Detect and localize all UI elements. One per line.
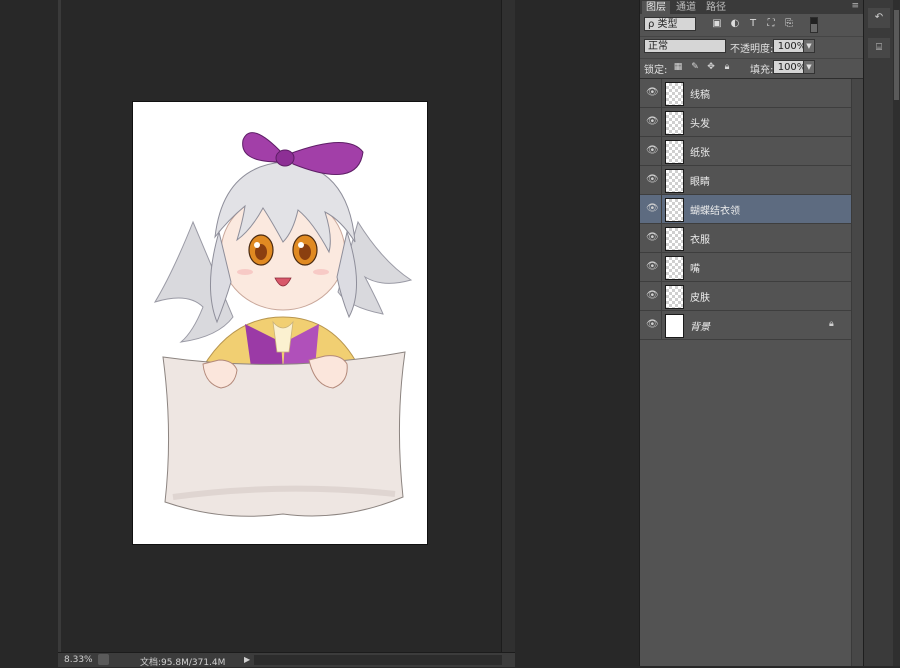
opacity-label: 不透明度: <box>730 44 774 55</box>
visibility-eye-icon[interactable]: 👁︎ <box>646 319 659 330</box>
zoom-options-icon[interactable] <box>98 654 109 665</box>
layer-name[interactable]: 头发 <box>690 115 710 130</box>
layer-thumbnail <box>665 227 684 251</box>
layer-row[interactable]: 👁︎ 皮肤 <box>640 282 851 311</box>
zoom-level[interactable]: 8.33% <box>64 655 93 665</box>
blend-row: 正常 不透明度: 100% ▼ <box>640 36 863 59</box>
layer-row[interactable]: 👁︎ 线稿 <box>640 79 851 108</box>
document-canvas[interactable] <box>133 102 427 544</box>
visibility-eye-icon[interactable]: 👁︎ <box>646 87 659 98</box>
smart-object-filter-icon[interactable]: ⎘ <box>784 19 794 29</box>
layer-row[interactable]: 👁︎ 纸张 <box>640 137 851 166</box>
layer-thumbnail <box>665 256 684 280</box>
layer-thumbnail <box>665 82 684 106</box>
layer-row[interactable]: 👁︎ 头发 <box>640 108 851 137</box>
layer-list: 👁︎ 线稿 👁︎ 头发 👁︎ 纸张 👁︎ 眼睛 👁︎ 蝴蝶结衣领 👁︎ 衣服 👁… <box>640 79 851 666</box>
status-menu-arrow-icon[interactable]: ▶ <box>244 655 250 664</box>
blend-mode-select[interactable]: 正常 <box>644 39 726 53</box>
tab-layers[interactable]: 图层 <box>642 1 670 14</box>
layer-row[interactable]: 👁︎ 衣服 <box>640 224 851 253</box>
lock-icon: 🔒︎ <box>829 319 834 329</box>
visibility-eye-icon[interactable]: 👁︎ <box>646 203 659 214</box>
image-filter-icon[interactable]: ▣ <box>712 19 722 29</box>
fill-dropdown-icon[interactable]: ▼ <box>803 60 815 74</box>
type-filter-icon[interactable]: T <box>748 19 758 29</box>
workspace-left-edge <box>58 0 61 652</box>
layer-filter-row: ρ 类型 ▣ ◐ T ⛶ ⎘ <box>640 14 863 37</box>
tab-paths[interactable]: 路径 <box>702 1 730 14</box>
vertical-scrollbar[interactable] <box>501 0 516 652</box>
panel-tabs: 图层 通道 路径 ≡ <box>640 0 863 14</box>
visibility-eye-icon[interactable]: 👁︎ <box>646 145 659 156</box>
status-bar: 8.33% 文档:95.8M/371.4M ▶ <box>58 652 515 668</box>
visibility-eye-icon[interactable]: 👁︎ <box>646 116 659 127</box>
lock-image-icon[interactable]: ✎ <box>690 62 700 72</box>
layer-name[interactable]: 线稿 <box>690 86 710 101</box>
tab-channels[interactable]: 通道 <box>672 1 700 14</box>
visibility-eye-icon[interactable]: 👁︎ <box>646 261 659 272</box>
layer-name[interactable]: 背景 <box>690 318 710 333</box>
layer-row-selected[interactable]: 👁︎ 蝴蝶结衣领 <box>640 195 851 224</box>
opacity-dropdown-icon[interactable]: ▼ <box>803 39 815 53</box>
layer-thumbnail <box>665 314 684 338</box>
layer-name[interactable]: 皮肤 <box>690 289 710 304</box>
fill-label: 填充: <box>750 65 774 76</box>
layer-name[interactable]: 眼睛 <box>690 173 710 188</box>
layer-thumbnail <box>665 140 684 164</box>
layer-name[interactable]: 嘴 <box>690 260 700 275</box>
layer-row-background[interactable]: 👁︎ 背景 🔒︎ <box>640 311 851 340</box>
layer-thumbnail <box>665 285 684 309</box>
lock-label: 锁定: <box>644 65 668 76</box>
dock-scrollbar[interactable] <box>893 0 900 666</box>
shape-filter-icon[interactable]: ⛶ <box>766 19 776 29</box>
properties-panel-icon[interactable]: ⌸ <box>868 38 890 58</box>
panel-dock: ↶ ⌸ <box>863 0 900 666</box>
layer-row[interactable]: 👁︎ 嘴 <box>640 253 851 282</box>
layer-thumbnail <box>665 198 684 222</box>
panel-menu-icon[interactable]: ≡ <box>851 1 859 11</box>
adjustment-filter-icon[interactable]: ◐ <box>730 19 740 29</box>
filter-kind-select[interactable]: ρ 类型 <box>644 17 696 31</box>
lock-position-icon[interactable]: ✥ <box>706 62 716 72</box>
layer-name[interactable]: 衣服 <box>690 231 710 246</box>
lock-row: 锁定: ▦ ✎ ✥ 🔒︎ 填充: 100% ▼ <box>640 58 863 79</box>
visibility-eye-icon[interactable]: 👁︎ <box>646 290 659 301</box>
artwork-illustration <box>153 132 413 517</box>
layer-row[interactable]: 👁︎ 眼睛 <box>640 166 851 195</box>
layer-name[interactable]: 蝴蝶结衣领 <box>690 202 740 217</box>
lock-all-icon[interactable]: 🔒︎ <box>722 62 732 72</box>
horizontal-scrollbar[interactable] <box>254 655 502 665</box>
history-panel-icon[interactable]: ↶ <box>868 8 890 28</box>
layer-thumbnail <box>665 169 684 193</box>
visibility-eye-icon[interactable]: 👁︎ <box>646 232 659 243</box>
workspace-gap <box>515 0 639 666</box>
visibility-eye-icon[interactable]: 👁︎ <box>646 174 659 185</box>
document-size: 文档:95.8M/371.4M <box>140 658 226 668</box>
layers-panel: 图层 通道 路径 ≡ ρ 类型 ▣ ◐ T ⛶ ⎘ 正常 不透明度: 100% … <box>639 0 864 666</box>
layer-thumbnail <box>665 111 684 135</box>
layer-name[interactable]: 纸张 <box>690 144 710 159</box>
filter-toggle[interactable] <box>810 17 818 33</box>
lock-transparent-icon[interactable]: ▦ <box>673 62 683 72</box>
